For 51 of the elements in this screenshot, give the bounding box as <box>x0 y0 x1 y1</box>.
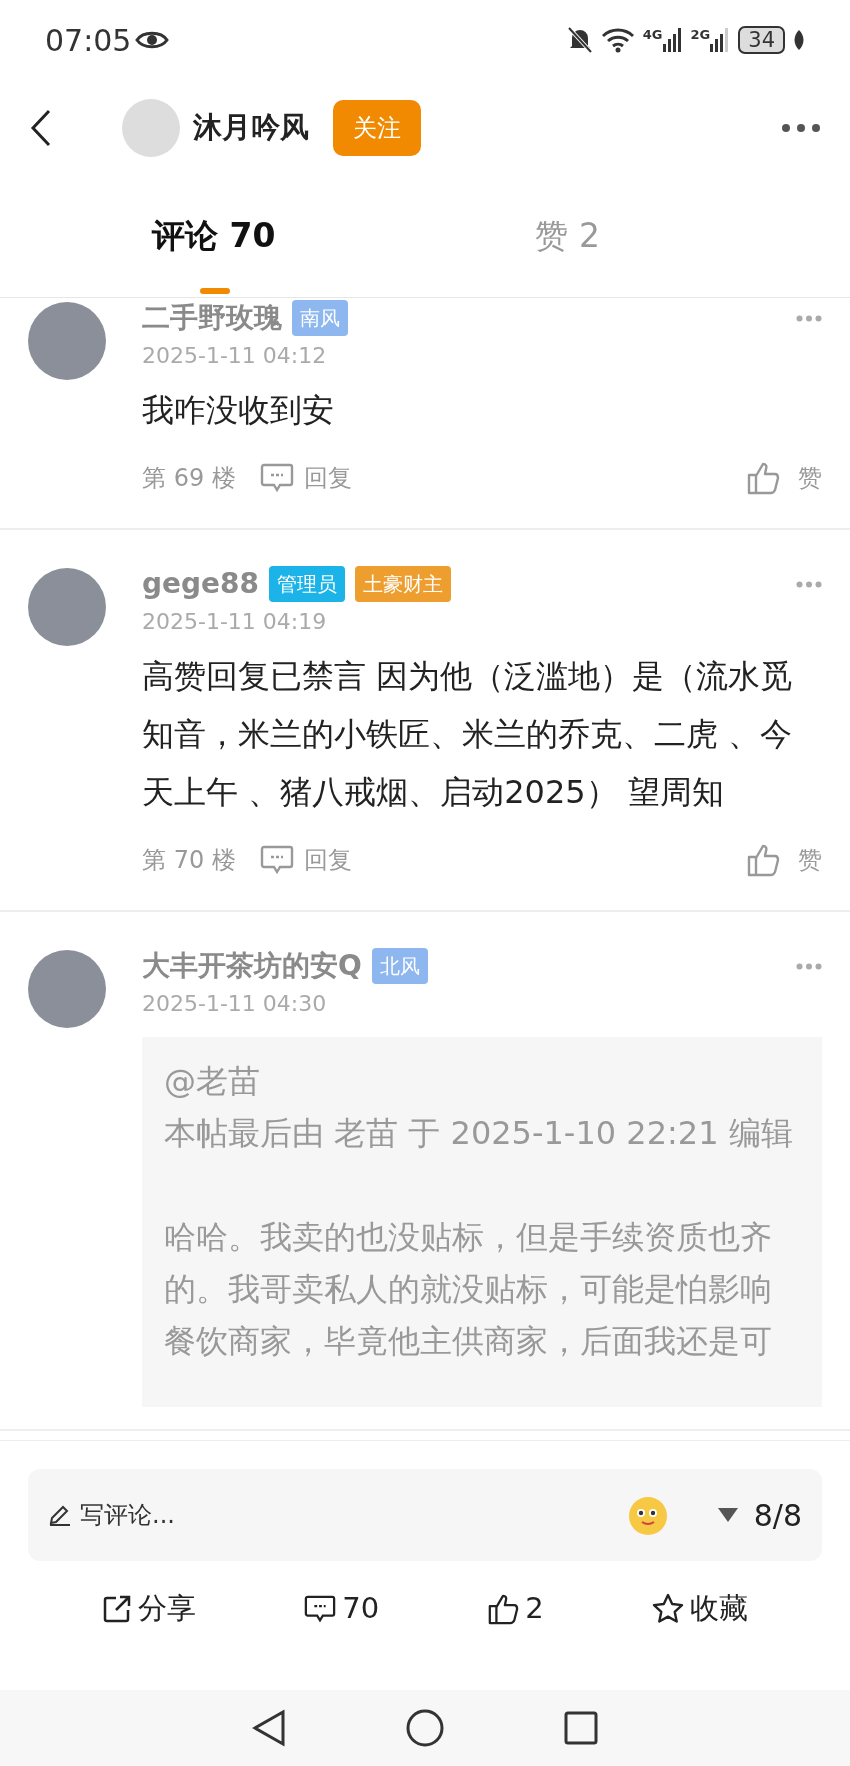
back-icon[interactable] <box>30 108 52 147</box>
thumbs-up-icon <box>487 1592 520 1625</box>
comment-date: 2025-1-11 04:30 <box>142 990 328 1018</box>
user-name: gege88 <box>142 566 260 602</box>
tab[interactable]: 评论 70 <box>152 175 276 297</box>
quote-mention: @老苗 <box>164 1061 261 1102</box>
comment-icon <box>259 845 294 875</box>
comment-placeholder: 写评论... <box>80 1500 175 1531</box>
star-icon <box>651 1592 684 1625</box>
user-tag: 土豪财主 <box>355 566 452 602</box>
user-tag: 管理员 <box>269 566 346 602</box>
quote-edit-note: 本帖最后由 老苗 于 2025-1-10 22:21 编辑 <box>164 1113 794 1154</box>
floor-number: 第 69 楼 <box>142 463 236 494</box>
signal-icon <box>710 28 731 52</box>
wifi-icon <box>600 27 635 53</box>
comment-date: 2025-1-11 04:12 <box>142 342 328 370</box>
share-action-button[interactable]: 分享 <box>102 1587 197 1631</box>
eye-icon <box>135 29 170 51</box>
network-label: 2G <box>690 28 711 41</box>
share-icon <box>102 1593 133 1624</box>
back-nav-icon[interactable] <box>252 1709 286 1747</box>
signal-icon <box>662 28 683 52</box>
user-tag: 北风 <box>371 948 428 984</box>
thumbs-up-icon <box>746 843 780 877</box>
quote-text: 哈哈。我卖的也没贴标，但是手续资质也齐的。我哥卖私人的就没贴标，可能是怕影响餐饮商家，毕竟他主供商家，后面我还是可 <box>164 1217 773 1362</box>
battery-level: 34 <box>738 26 785 54</box>
user-name: 二手野玫瑰 <box>142 300 282 336</box>
recents-nav-icon[interactable] <box>564 1711 598 1745</box>
page-indicator: 8/8 <box>753 1496 802 1535</box>
dropdown-caret-icon[interactable] <box>717 1508 738 1522</box>
thumbs-up-icon <box>746 461 780 495</box>
floor-number: 第 70 楼 <box>142 845 236 876</box>
comment-text: 我咋没收到安 <box>142 390 335 431</box>
muted-bell-icon <box>566 26 593 54</box>
pencil-icon <box>48 1503 72 1527</box>
leaf-icon <box>793 30 805 50</box>
user-name: 大丰开茶坊的安Q <box>142 948 362 984</box>
like-action-button[interactable]: 2 <box>487 1587 544 1631</box>
author-name: 沐月吟风 <box>193 108 309 146</box>
network-label: 4G <box>642 28 663 41</box>
comment-date: 2025-1-11 04:19 <box>142 608 328 636</box>
more-icon[interactable] <box>782 123 820 132</box>
clock-time: 07:05 <box>45 21 132 60</box>
home-nav-icon[interactable] <box>406 1709 444 1747</box>
comment-action-button[interactable]: 70 <box>304 1587 380 1631</box>
user-tag: 南风 <box>292 300 348 336</box>
favorite-action-button[interactable]: 收藏 <box>651 1587 748 1631</box>
comment-icon <box>304 1593 337 1624</box>
comment-input-field[interactable]: 写评论... 8/8 <box>28 1469 822 1561</box>
comment-icon <box>259 463 294 493</box>
comment-text: 高赞回复已禁言 因为他（泛滥地）是（流水觅知音，米兰的小铁匠、米兰的乔克、二虎 、今天上午 、猪八戒烟、启动2025） 望周知 <box>142 656 794 813</box>
